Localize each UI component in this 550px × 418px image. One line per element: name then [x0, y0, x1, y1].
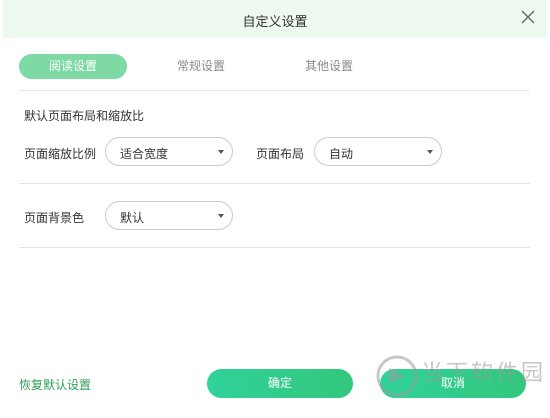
restore-defaults-link[interactable]: 恢复默认设置: [19, 376, 91, 393]
background-select-value: 默认: [120, 211, 145, 225]
cancel-button[interactable]: 取消: [380, 369, 526, 398]
divider: [19, 247, 530, 248]
divider: [19, 183, 530, 184]
layout-select[interactable]: 自动: [314, 137, 442, 166]
layout-select-value: 自动: [329, 147, 354, 161]
tab-bar: 阅读设置 常规设置 其他设置: [0, 54, 550, 80]
chevron-down-icon: [218, 150, 224, 154]
chevron-down-icon: [218, 214, 224, 218]
tab-other-settings[interactable]: 其他设置: [275, 54, 383, 79]
dialog-title: 自定义设置: [242, 15, 308, 30]
zoom-select-value: 适合宽度: [120, 147, 169, 161]
layout-label: 页面布局: [256, 147, 305, 161]
ok-button[interactable]: 确定: [207, 369, 353, 398]
tab-reading-settings[interactable]: 阅读设置: [19, 54, 127, 79]
tab-general-settings[interactable]: 常规设置: [147, 54, 255, 79]
divider: [19, 90, 530, 91]
chevron-down-icon: [427, 150, 433, 154]
close-icon[interactable]: [517, 6, 539, 28]
background-select[interactable]: 默认: [105, 201, 233, 230]
zoom-label: 页面缩放比例: [24, 147, 97, 161]
title-bar: 自定义设置: [3, 0, 547, 38]
background-label: 页面背景色: [24, 211, 85, 225]
zoom-select[interactable]: 适合宽度: [105, 137, 233, 166]
section-title: 默认页面布局和缩放比: [24, 109, 145, 123]
